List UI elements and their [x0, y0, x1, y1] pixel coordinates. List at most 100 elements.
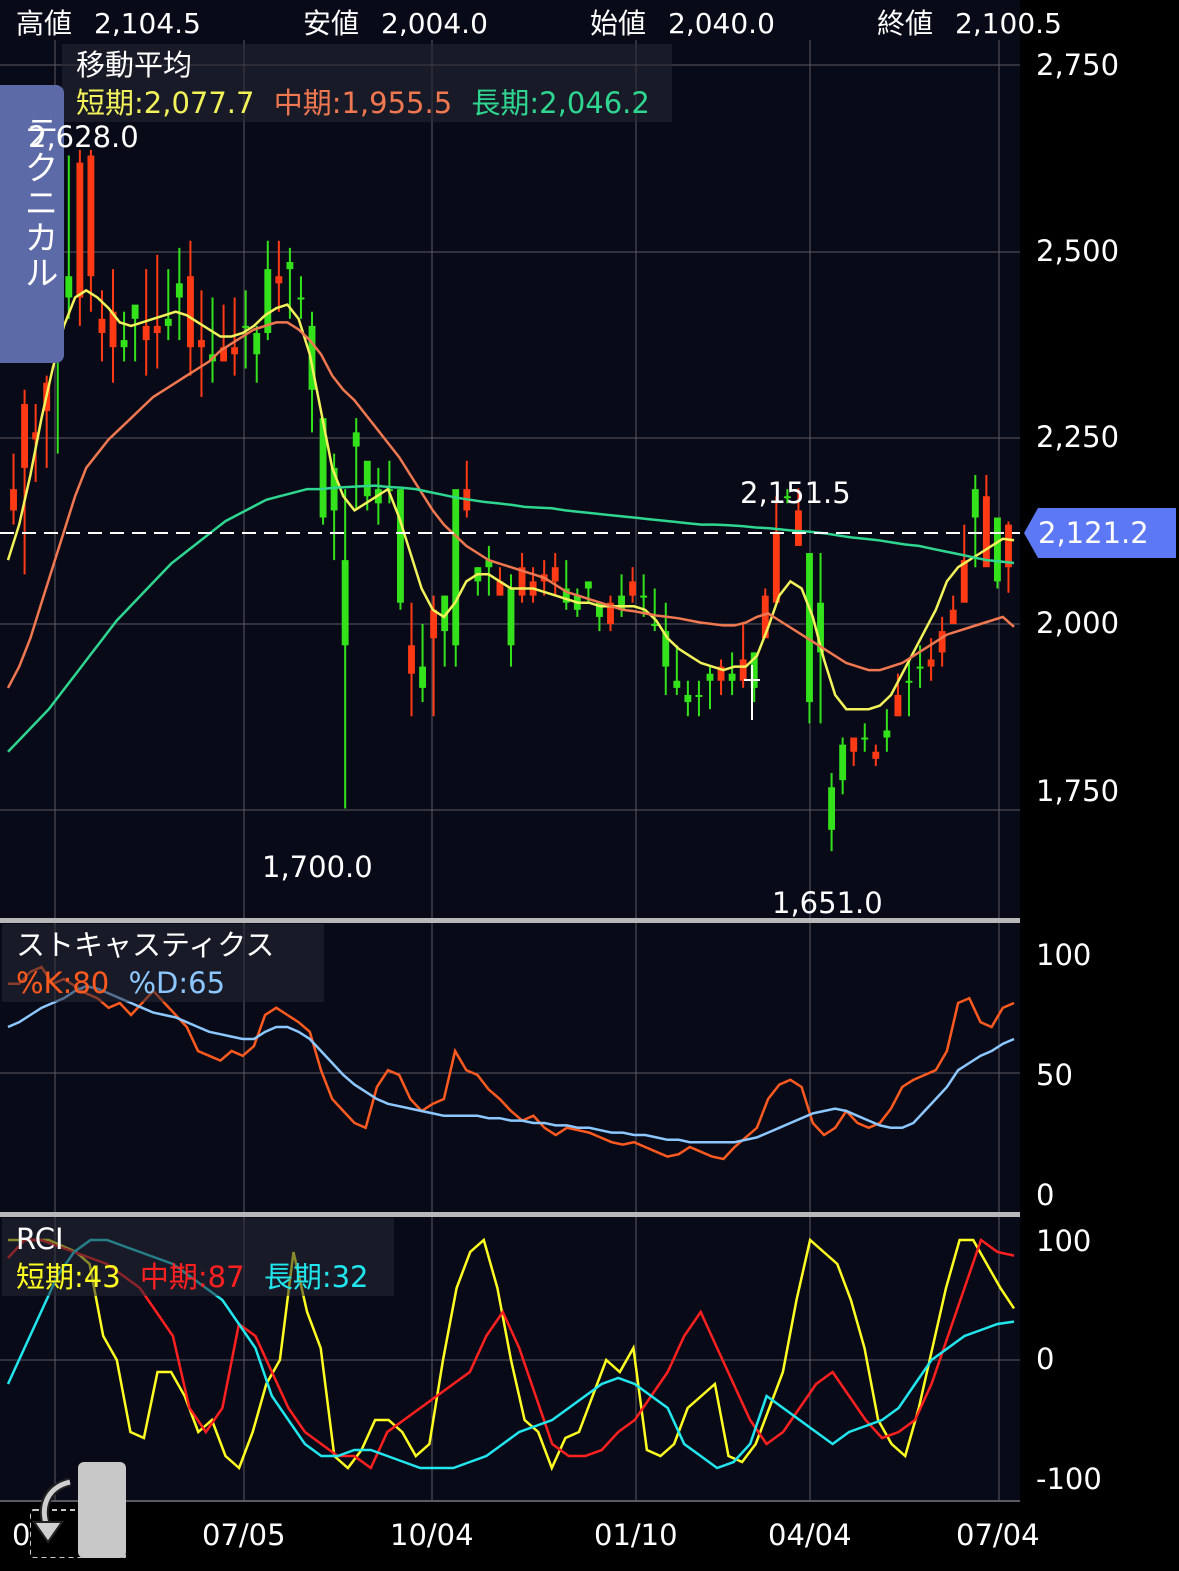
candle-body [175, 283, 183, 298]
ohlc-close: 終値 2,100.5 [877, 2, 1062, 42]
open-label: 始値 [590, 7, 647, 40]
price-axis-label: 2,250 [1036, 420, 1120, 454]
stoch-title: ストキャスティクス [16, 928, 275, 962]
candle-body [87, 155, 95, 277]
candle-body [651, 624, 659, 626]
candle-body [629, 581, 637, 596]
rci-title: RCI [16, 1222, 64, 1256]
candle-body [850, 737, 858, 752]
candle-body [706, 673, 714, 681]
candle-body [905, 680, 913, 683]
low-label: 安値 [303, 7, 360, 40]
rci-short-value: 短期:43 [16, 1260, 121, 1294]
candle-body [142, 325, 150, 341]
candle-body [76, 162, 84, 298]
candle-body [960, 560, 968, 603]
candle-body [949, 609, 957, 624]
candle-body [927, 659, 935, 667]
candle-body [164, 318, 172, 326]
candle-body [297, 297, 305, 300]
candle-body [772, 531, 780, 603]
rci-axis-label: 100 [1036, 1224, 1092, 1258]
candle-body [828, 787, 836, 830]
price-axis-label: 2,750 [1036, 48, 1120, 82]
candle-body [397, 489, 404, 603]
close-label: 終値 [877, 7, 934, 40]
annotation-low-2: 1,651.0 [772, 886, 883, 920]
annotation-low-1: 1,700.0 [262, 850, 373, 884]
candle-body [507, 588, 515, 646]
candle [397, 489, 404, 610]
ma-title: 移動平均 [76, 48, 193, 82]
candle-body [993, 517, 1001, 582]
price-axis-label: 1,750 [1036, 774, 1120, 808]
candle-body [640, 595, 648, 598]
candle-body [430, 609, 438, 639]
candle-body [861, 737, 869, 740]
current-price-tag: 2,121.2 [1024, 508, 1176, 558]
rci-mid-value: 中期:87 [139, 1260, 245, 1294]
stoch-axis-label: 50 [1036, 1058, 1073, 1092]
rotate-screen-button[interactable] [29, 1462, 127, 1559]
candle [993, 517, 1001, 589]
candle-body [253, 333, 261, 355]
ohlc-low: 安値 2,004.0 [303, 2, 488, 42]
stoch-k-value: %K:80 [16, 966, 110, 1000]
high-value: 2,104.5 [94, 7, 201, 40]
candle-body [673, 680, 681, 688]
rci-legend: RCI 短期:43 中期:87 長期:32 [2, 1218, 394, 1296]
candle-body [916, 666, 924, 669]
candle-body [341, 560, 349, 646]
candle-body [98, 318, 106, 333]
open-value: 2,040.0 [668, 7, 775, 40]
candle-body [982, 496, 990, 568]
candle-body [684, 694, 692, 703]
chart-canvas[interactable] [0, 0, 1179, 1571]
low-value: 2,004.0 [381, 7, 488, 40]
candle-body [231, 347, 239, 355]
stochastics-legend: ストキャスティクス %K:80 %D:65 [2, 924, 324, 1002]
moving-average-legend: 移動平均 短期:2,077.7 中期:1,955.5 長期:2,046.2 [62, 44, 672, 122]
rci-long-value: 長期:32 [263, 1260, 369, 1294]
candle-body [839, 744, 847, 781]
candle-body [10, 489, 17, 511]
candle-body [938, 631, 946, 653]
candle-body [452, 489, 460, 646]
candle-body [551, 567, 559, 582]
candle-body [872, 751, 880, 759]
current-price-value: 2,121.2 [1038, 516, 1149, 550]
candle-body [198, 340, 205, 348]
candle-body [894, 694, 902, 717]
x-axis-label: 07/04 [956, 1518, 1040, 1552]
ma-short-value: 短期:2,077.7 [76, 86, 255, 120]
close-value: 2,100.5 [955, 7, 1062, 40]
rci-axis-label: 0 [1036, 1342, 1055, 1376]
candle-body [728, 673, 736, 681]
stoch-axis-label: 100 [1036, 938, 1092, 972]
candle-body [275, 276, 283, 284]
candle-body [695, 694, 703, 697]
candle-body [795, 510, 802, 546]
candle-body [120, 340, 128, 348]
candle-body [806, 553, 813, 703]
ma-mid-value: 中期:1,955.5 [273, 86, 453, 120]
candle-body [408, 645, 415, 674]
rotate-icon [29, 1462, 127, 1559]
candle-body [286, 262, 294, 270]
high-label: 高値 [16, 7, 73, 40]
candle-body [352, 432, 360, 447]
price-axis-label: 2,500 [1036, 234, 1120, 268]
x-axis-label: 04/04 [768, 1518, 852, 1552]
candle [452, 489, 460, 667]
ohlc-high: 高値 2,104.5 [16, 2, 201, 42]
candle-body [65, 276, 73, 298]
candle-body [419, 666, 426, 688]
candle-body [131, 304, 139, 319]
annotation-high: 2,628.0 [28, 120, 139, 154]
candle-body [21, 403, 29, 468]
annotation-peak: 2,151.5 [740, 476, 851, 510]
candle-body [363, 460, 371, 497]
candle-body [242, 325, 250, 328]
candle-body [153, 325, 161, 333]
x-axis-label: 10/04 [390, 1518, 474, 1552]
